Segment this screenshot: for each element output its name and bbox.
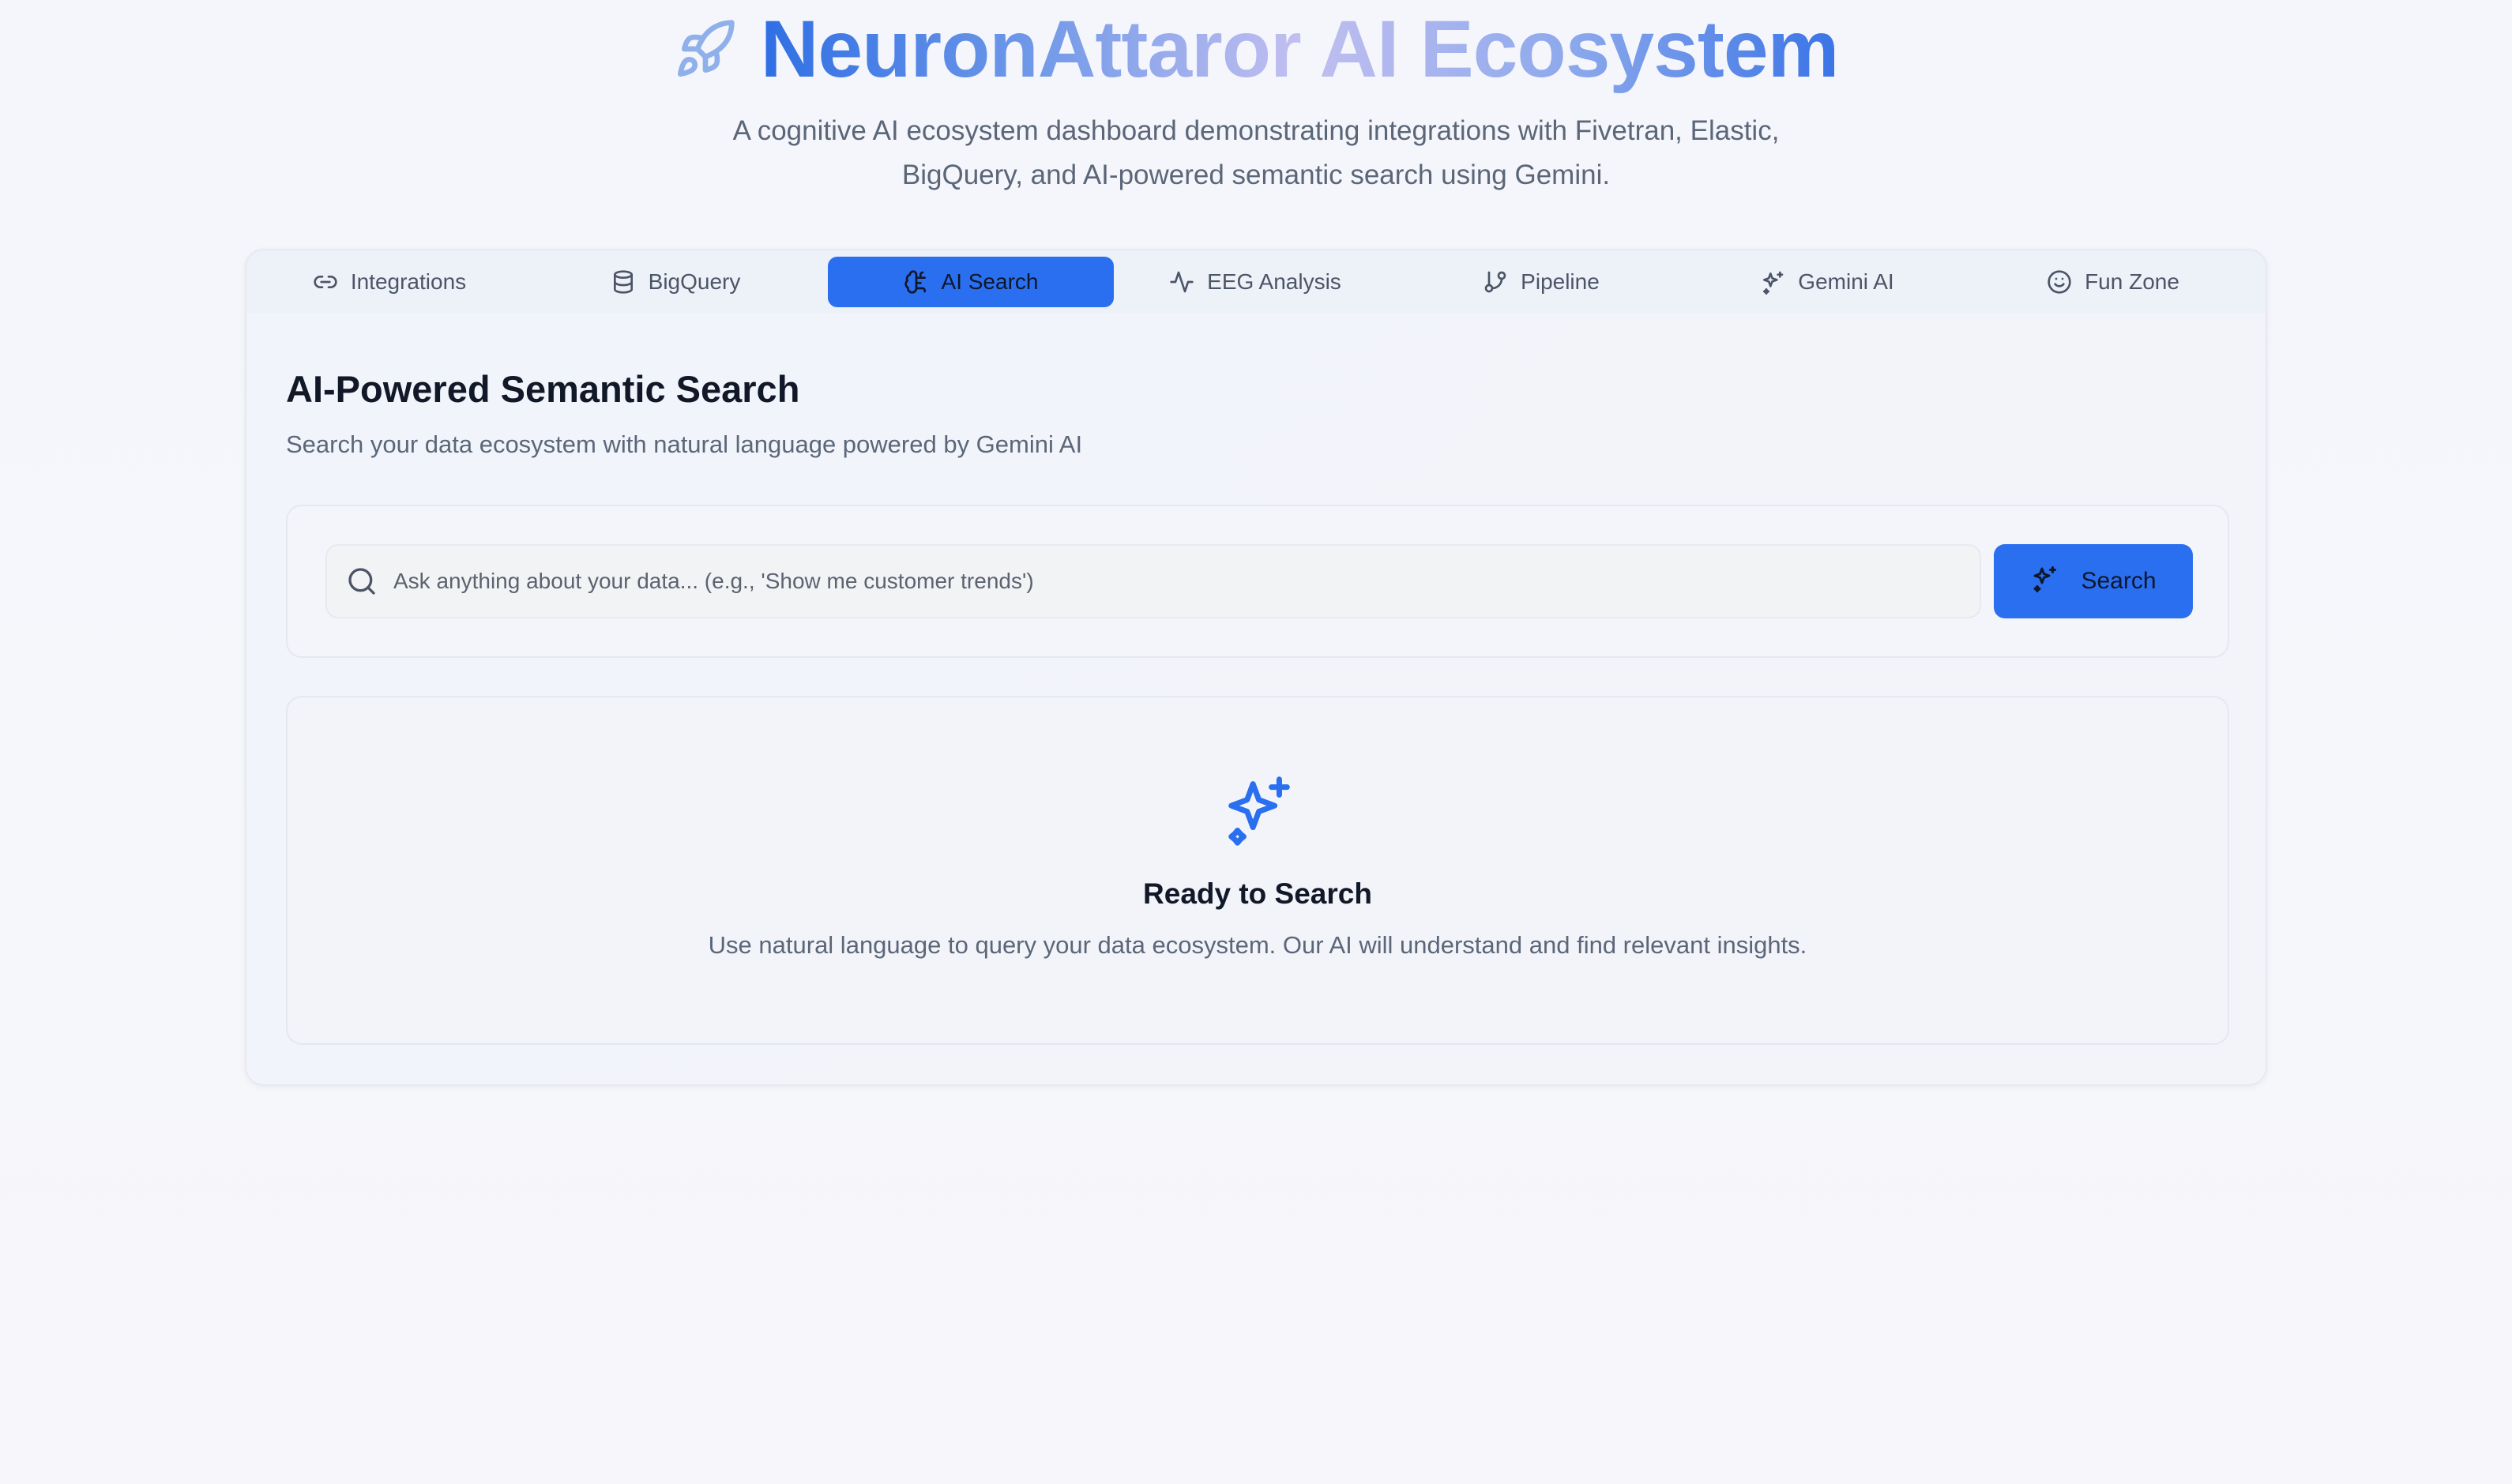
search-input[interactable] [393, 569, 1957, 594]
search-button[interactable]: Search [1994, 544, 2193, 618]
app-title: NeuronAttaror AI Ecosystem [760, 4, 1840, 94]
app-subtitle: A cognitive AI ecosystem dashboard demon… [732, 115, 1780, 190]
tab-label: Pipeline [1521, 269, 1600, 294]
search-panel: Search [286, 505, 2229, 658]
tab-label: BigQuery [648, 269, 741, 294]
tab-label: EEG Analysis [1207, 269, 1341, 294]
empty-state-panel: Ready to Search Use natural language to … [286, 696, 2229, 1045]
section-title: AI-Powered Semantic Search [286, 368, 800, 410]
sparkles-icon [1760, 269, 1785, 295]
tab-bar: Integrations BigQuery AI Search EEG Anal… [246, 250, 2266, 314]
tab-integrations[interactable]: Integrations [246, 257, 532, 307]
search-field[interactable] [325, 544, 1981, 618]
tab-label: Fun Zone [2085, 269, 2179, 294]
brain-icon [904, 269, 929, 295]
search-button-label: Search [2081, 568, 2157, 594]
empty-state-description: Use natural language to query your data … [708, 931, 1807, 959]
page: NeuronAttaror AI Ecosystem A cognitive A… [0, 0, 2512, 1484]
rocket-icon [674, 17, 737, 81]
activity-icon [1169, 269, 1194, 295]
section-description: Search your data ecosystem with natural … [286, 430, 1083, 458]
smile-icon [2047, 269, 2072, 295]
tab-label: Gemini AI [1798, 269, 1894, 294]
main-card: Integrations BigQuery AI Search EEG Anal… [245, 249, 2267, 1086]
search-icon [346, 565, 378, 597]
tab-label: Integrations [350, 269, 467, 294]
sparkles-icon [2030, 564, 2059, 599]
tab-bigquery[interactable]: BigQuery [532, 257, 818, 307]
tab-pipeline[interactable]: Pipeline [1398, 257, 1684, 307]
empty-state-title: Ready to Search [1143, 877, 1372, 910]
tab-fun-zone[interactable]: Fun Zone [1970, 257, 2256, 307]
tab-ai-search[interactable]: AI Search [828, 257, 1114, 307]
database-icon [611, 269, 636, 295]
tab-label: AI Search [941, 269, 1039, 294]
sparkles-icon [1222, 773, 1296, 847]
tab-eeg-analysis[interactable]: EEG Analysis [1112, 257, 1398, 307]
tab-gemini-ai[interactable]: Gemini AI [1684, 257, 1970, 307]
title-row: NeuronAttaror AI Ecosystem [0, 5, 2512, 93]
git-branch-icon [1483, 269, 1508, 295]
link-icon [313, 269, 338, 295]
